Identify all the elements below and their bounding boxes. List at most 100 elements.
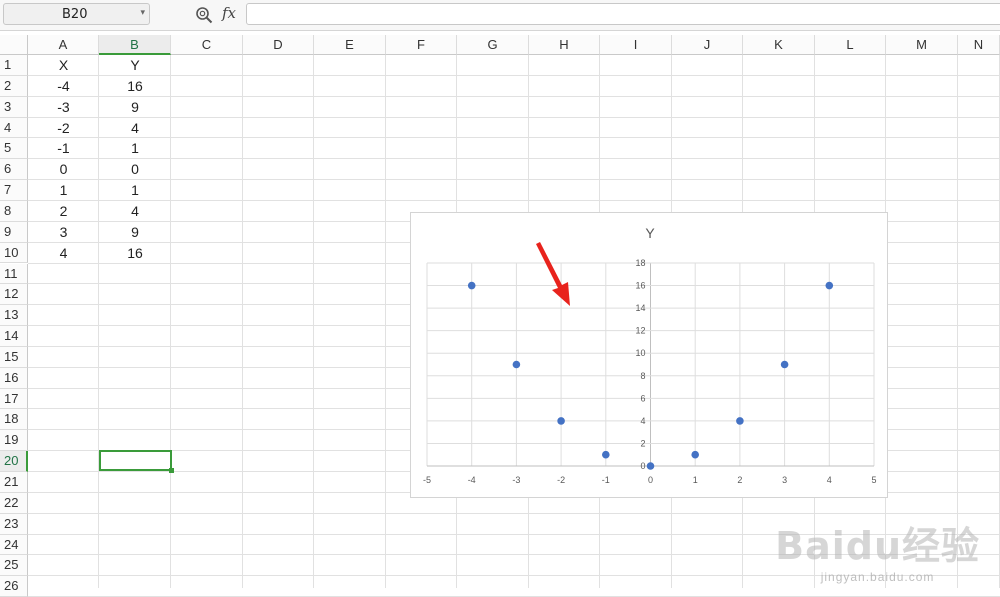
- select-all-corner[interactable]: [0, 35, 28, 55]
- grid-row-line: [28, 137, 1000, 139]
- row-header-6[interactable]: 6: [0, 159, 28, 181]
- grid-column-line: [385, 55, 386, 588]
- cell-a9[interactable]: 3: [28, 222, 99, 243]
- row-header-23[interactable]: 23: [0, 513, 28, 535]
- row-header-5[interactable]: 5: [0, 138, 28, 160]
- row-header-11[interactable]: 11: [0, 263, 28, 285]
- row-header-21[interactable]: 21: [0, 472, 28, 493]
- row-header-17[interactable]: 17: [0, 388, 28, 410]
- baidu-watermark: Baidu经验 jingyan.baidu.com: [775, 515, 980, 584]
- x-tick-label: -3: [512, 475, 520, 485]
- row-header-13[interactable]: 13: [0, 305, 28, 327]
- column-header-g[interactable]: G: [457, 35, 529, 55]
- x-tick-label: -5: [423, 475, 431, 485]
- cell-b8[interactable]: 4: [99, 201, 171, 222]
- column-header-h[interactable]: H: [529, 35, 600, 55]
- data-point: [691, 450, 699, 459]
- x-tick-label: -1: [602, 475, 610, 485]
- row-header-26[interactable]: 26: [0, 576, 28, 597]
- y-tick-label: 10: [635, 348, 645, 358]
- cell-a4[interactable]: -2: [28, 118, 99, 139]
- cell-b5[interactable]: 1: [99, 138, 171, 159]
- grid-row-line: [28, 116, 1000, 118]
- row-header-24[interactable]: 24: [0, 534, 28, 556]
- column-header-n[interactable]: N: [958, 35, 1000, 55]
- data-point: [557, 417, 565, 425]
- column-header-e[interactable]: E: [314, 35, 386, 55]
- cell-b3[interactable]: 9: [99, 97, 171, 118]
- data-point: [736, 417, 744, 425]
- grid-row-line: [28, 199, 1000, 201]
- x-tick-label: 3: [782, 475, 787, 485]
- column-header-c[interactable]: C: [171, 35, 243, 55]
- data-point: [646, 462, 655, 470]
- row-header-10[interactable]: 10: [0, 242, 28, 264]
- cell-b1[interactable]: Y: [99, 55, 171, 76]
- row-header-4[interactable]: 4: [0, 117, 28, 139]
- cell-b9[interactable]: 9: [99, 222, 171, 243]
- chevron-down-icon[interactable]: ▾: [140, 7, 145, 18]
- cell-a5[interactable]: -1: [28, 138, 99, 159]
- column-header-b[interactable]: B: [99, 35, 171, 55]
- row-header-9[interactable]: 9: [0, 221, 28, 243]
- active-cell-b20[interactable]: [99, 450, 172, 471]
- grid-row-line: [28, 158, 1000, 160]
- y-tick-label: 2: [640, 438, 645, 448]
- column-header-i[interactable]: I: [600, 35, 672, 55]
- scatter-chart[interactable]: Y -5 -4 -3 -2 -1 0 1 2 3 4 5 0 2 4 6 8 10 12 14 16 18: [410, 212, 888, 498]
- row-header-12[interactable]: 12: [0, 284, 28, 306]
- row-header-3[interactable]: 3: [0, 96, 28, 118]
- row-header-8[interactable]: 8: [0, 200, 28, 222]
- column-header-d[interactable]: D: [243, 35, 314, 55]
- y-tick-label: 12: [635, 326, 645, 336]
- column-header-f[interactable]: F: [386, 35, 457, 55]
- column-header-k[interactable]: K: [743, 35, 815, 55]
- fx-icon[interactable]: fx: [222, 4, 236, 22]
- fill-handle[interactable]: [169, 468, 174, 473]
- x-tick-label: 0: [648, 475, 653, 485]
- grid-row-line: [28, 179, 1000, 181]
- red-arrow-annotation: [536, 242, 570, 306]
- column-header-l[interactable]: L: [815, 35, 886, 55]
- y-tick-label: 4: [640, 416, 645, 426]
- row-header-20[interactable]: 20: [0, 451, 28, 472]
- cell-b6[interactable]: 0: [99, 159, 171, 180]
- column-header-a[interactable]: A: [28, 35, 99, 55]
- cell-a2[interactable]: -4: [28, 76, 99, 97]
- row-header-7[interactable]: 7: [0, 180, 28, 201]
- cell-a8[interactable]: 2: [28, 201, 99, 222]
- y-tick-label: 16: [635, 281, 645, 291]
- name-box[interactable]: B20 ▾: [3, 3, 150, 25]
- formula-input[interactable]: [246, 3, 1000, 25]
- cell-b7[interactable]: 1: [99, 180, 171, 201]
- row-header-15[interactable]: 15: [0, 346, 28, 368]
- row-header-14[interactable]: 14: [0, 326, 28, 347]
- cell-b4[interactable]: 4: [99, 118, 171, 139]
- row-header-1[interactable]: 1: [0, 55, 28, 76]
- cell-a7[interactable]: 1: [28, 180, 99, 201]
- column-header-m[interactable]: M: [886, 35, 958, 55]
- column-header-j[interactable]: J: [672, 35, 743, 55]
- cell-a10[interactable]: 4: [28, 243, 99, 264]
- chart-plot: -5 -4 -3 -2 -1 0 1 2 3 4 5024681012141618: [423, 258, 877, 485]
- x-tick-label: -2: [557, 475, 565, 485]
- grid-row-line: [28, 95, 1000, 97]
- cell-b10[interactable]: 16: [99, 243, 171, 264]
- row-header-25[interactable]: 25: [0, 555, 28, 577]
- zoom-icon[interactable]: [195, 6, 213, 24]
- cell-b2[interactable]: 16: [99, 76, 171, 97]
- row-header-18[interactable]: 18: [0, 409, 28, 431]
- x-tick-label: 4: [827, 475, 832, 485]
- data-point: [780, 360, 789, 369]
- row-header-2[interactable]: 2: [0, 75, 28, 97]
- cell-a1[interactable]: X: [28, 55, 99, 76]
- watermark-logo: Baidu经验: [775, 524, 980, 568]
- cell-a6[interactable]: 0: [28, 159, 99, 180]
- row-header-22[interactable]: 22: [0, 492, 28, 514]
- cell-a3[interactable]: -3: [28, 97, 99, 118]
- row-header-19[interactable]: 19: [0, 430, 28, 452]
- x-tick-label: 1: [693, 475, 698, 485]
- row-header-16[interactable]: 16: [0, 367, 28, 389]
- name-box-value: B20: [62, 7, 88, 22]
- grid-column-line: [242, 55, 243, 588]
